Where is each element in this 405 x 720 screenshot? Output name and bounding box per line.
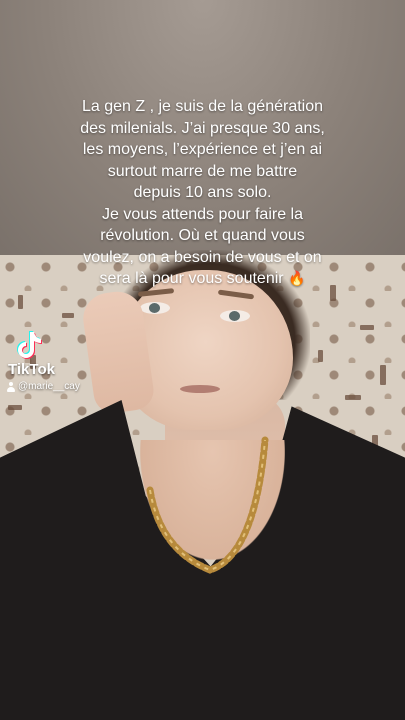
tiktok-brand-label: TikTok: [8, 361, 55, 378]
username-watermark: @marie__cay: [7, 381, 80, 392]
mouth: [180, 385, 220, 393]
fire-emoji-icon: 🔥: [288, 270, 306, 286]
caption-text: La gen Z , je suis de la génération des …: [80, 98, 325, 287]
overlay-caption: La gen Z , je suis de la génération des …: [30, 96, 375, 290]
video-frame: La gen Z , je suis de la génération des …: [0, 0, 405, 720]
left-eye: [140, 302, 170, 314]
tiktok-logo-icon: [17, 331, 42, 359]
person-icon: [7, 381, 15, 392]
right-eye: [220, 310, 250, 322]
username-label: @marie__cay: [18, 381, 80, 392]
chain-necklace-icon: [146, 436, 269, 574]
